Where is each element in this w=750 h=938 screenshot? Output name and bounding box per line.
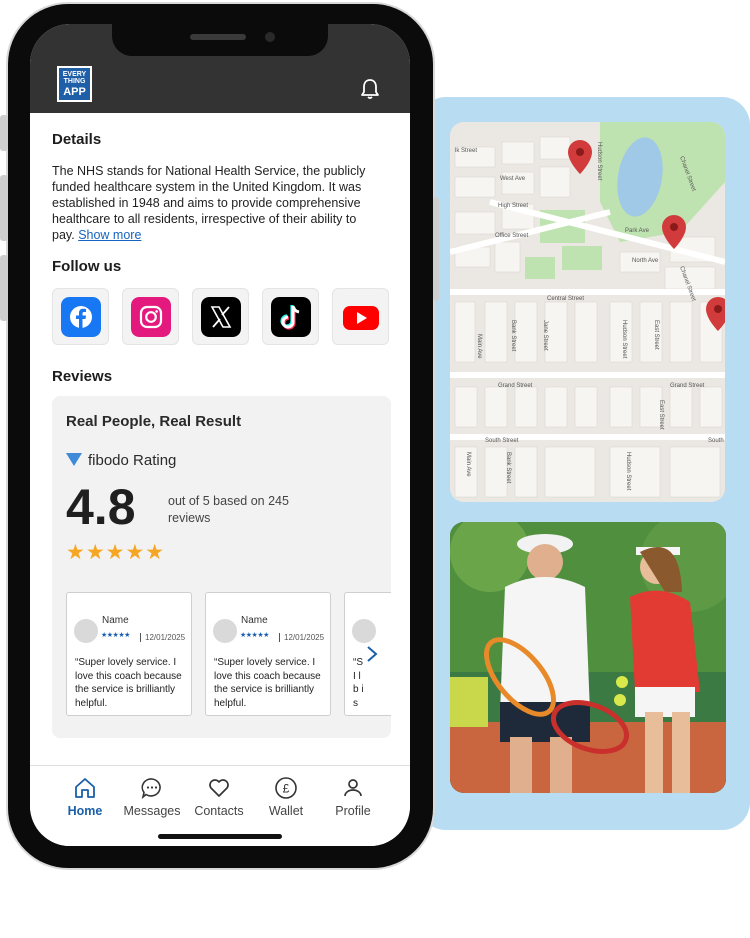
svg-text:South Street: South Street bbox=[485, 438, 519, 444]
map-image: lk Street West Ave High Street Office St… bbox=[450, 122, 725, 502]
review-stars: ★★★★★ bbox=[101, 632, 130, 639]
review-date: 12/01/2025 bbox=[140, 633, 185, 642]
logo-text-line3: APP bbox=[63, 86, 86, 98]
x-button[interactable] bbox=[192, 288, 249, 345]
svg-text:Bank Street: Bank Street bbox=[505, 452, 511, 484]
rating-stars: ★★★★★ bbox=[66, 541, 166, 564]
svg-text:East Street: East Street bbox=[658, 400, 664, 430]
phone-notch bbox=[112, 24, 328, 56]
details-heading: Details bbox=[52, 131, 102, 148]
user-icon bbox=[344, 779, 362, 797]
tab-wallet[interactable]: £ Wallet bbox=[253, 776, 319, 826]
svg-text:Bank Street: Bank Street bbox=[510, 320, 516, 352]
svg-text:Hudson Street: Hudson Street bbox=[625, 452, 631, 491]
map-preview[interactable]: lk Street West Ave High Street Office St… bbox=[450, 122, 725, 502]
rating-source: fibodo Rating bbox=[66, 452, 176, 469]
reviews-panel: Real People, Real Result fibodo Rating 4… bbox=[52, 396, 391, 738]
phone-speaker bbox=[190, 34, 246, 40]
tab-label: Wallet bbox=[268, 804, 304, 818]
svg-text:Hudson Street: Hudson Street bbox=[596, 142, 602, 181]
tab-messages[interactable]: Messages bbox=[119, 776, 185, 826]
svg-text:South: South bbox=[708, 438, 724, 444]
svg-text:Grand Street: Grand Street bbox=[670, 383, 705, 389]
svg-text:Main Ave: Main Ave bbox=[465, 452, 471, 477]
svg-text:High Street: High Street bbox=[498, 203, 528, 209]
chat-bubble-icon bbox=[141, 778, 161, 800]
app-screen: EVERY THING APP Details The NHS stands f… bbox=[30, 24, 410, 846]
logo-text-line2: THING bbox=[63, 78, 86, 85]
review-text: “Super lovely service. I love this coach… bbox=[75, 657, 182, 709]
phone-camera bbox=[265, 32, 275, 42]
tab-label: Messages bbox=[123, 804, 181, 818]
home-indicator bbox=[158, 834, 282, 839]
tiktok-button[interactable] bbox=[262, 288, 319, 345]
tab-profile[interactable]: Profile bbox=[320, 776, 386, 826]
reviews-box-title: Real People, Real Result bbox=[66, 413, 242, 430]
instagram-icon bbox=[131, 297, 171, 337]
tab-label: Home bbox=[67, 804, 103, 818]
svg-text:West Ave: West Ave bbox=[500, 176, 526, 182]
review-card[interactable]: Name ★★★★★ 12/01/2025 “Super lovely serv… bbox=[66, 592, 192, 716]
youtube-icon bbox=[343, 306, 379, 330]
avatar bbox=[74, 619, 98, 643]
facebook-button[interactable] bbox=[52, 288, 109, 345]
svg-text:North Ave: North Ave bbox=[632, 258, 659, 264]
follow-heading: Follow us bbox=[52, 258, 122, 275]
svg-text:Hudson Street: Hudson Street bbox=[621, 320, 627, 359]
rating-source-label: fibodo Rating bbox=[88, 452, 177, 469]
phone-power-button bbox=[433, 197, 439, 301]
review-text: “Super lovely service. I love this coach… bbox=[214, 657, 321, 709]
avatar bbox=[352, 619, 376, 643]
pound-coin-icon: £ bbox=[275, 777, 297, 799]
svg-text:Jane Street: Jane Street bbox=[542, 320, 548, 351]
show-more-link[interactable]: Show more bbox=[78, 228, 141, 242]
details-paragraph: The NHS stands for National Health Servi… bbox=[52, 163, 382, 243]
avatar bbox=[213, 619, 237, 643]
reviews-heading: Reviews bbox=[52, 368, 113, 385]
tab-contacts[interactable]: Contacts bbox=[186, 776, 252, 826]
rating-score: 4.8 bbox=[66, 479, 136, 535]
tab-label: Contacts bbox=[194, 804, 244, 818]
svg-text:£: £ bbox=[283, 782, 290, 796]
tennis-coach-image bbox=[450, 522, 726, 793]
review-stars: ★★★★★ bbox=[240, 632, 269, 639]
svg-text:Park Ave: Park Ave bbox=[625, 228, 650, 234]
bell-icon[interactable] bbox=[358, 77, 382, 101]
svg-text:Grand Street: Grand Street bbox=[498, 383, 533, 389]
svg-text:Office Street: Office Street bbox=[495, 233, 529, 239]
instagram-button[interactable] bbox=[122, 288, 179, 345]
x-icon bbox=[201, 297, 241, 337]
bottom-tab-bar: Home Messages Contacts £ Wallet Profile bbox=[30, 765, 410, 846]
phone-volume-up bbox=[0, 175, 8, 241]
tennis-photo bbox=[450, 522, 726, 793]
review-card[interactable]: Name ★★★★★ 12/01/2025 “Super lovely serv… bbox=[205, 592, 331, 716]
review-text: “S I l b is bbox=[353, 657, 364, 709]
svg-text:East Street: East Street bbox=[653, 320, 659, 350]
heart-icon bbox=[209, 779, 229, 797]
youtube-button[interactable] bbox=[332, 288, 389, 345]
reviewer-name: Name bbox=[102, 615, 129, 626]
phone-volume-down bbox=[0, 255, 8, 321]
reviewer-name: Name bbox=[241, 615, 268, 626]
review-date: 12/01/2025 bbox=[279, 633, 324, 642]
tab-home[interactable]: Home bbox=[52, 776, 118, 826]
fibodo-logo-icon bbox=[66, 453, 82, 466]
rating-summary: out of 5 based on 245 reviews bbox=[168, 494, 289, 525]
svg-text:Central Street: Central Street bbox=[547, 296, 584, 302]
home-icon bbox=[75, 778, 95, 798]
svg-text:lk Street: lk Street bbox=[455, 148, 477, 154]
svg-text:Main Ave: Main Ave bbox=[476, 334, 482, 359]
chevron-right-icon[interactable] bbox=[365, 644, 379, 664]
phone-side-button bbox=[0, 115, 8, 151]
tiktok-icon bbox=[271, 297, 311, 337]
facebook-icon bbox=[61, 297, 101, 337]
app-logo[interactable]: EVERY THING APP bbox=[57, 66, 92, 102]
social-links bbox=[52, 288, 392, 346]
logo-text-line1: EVERY bbox=[62, 71, 87, 78]
tab-label: Profile bbox=[335, 804, 371, 818]
